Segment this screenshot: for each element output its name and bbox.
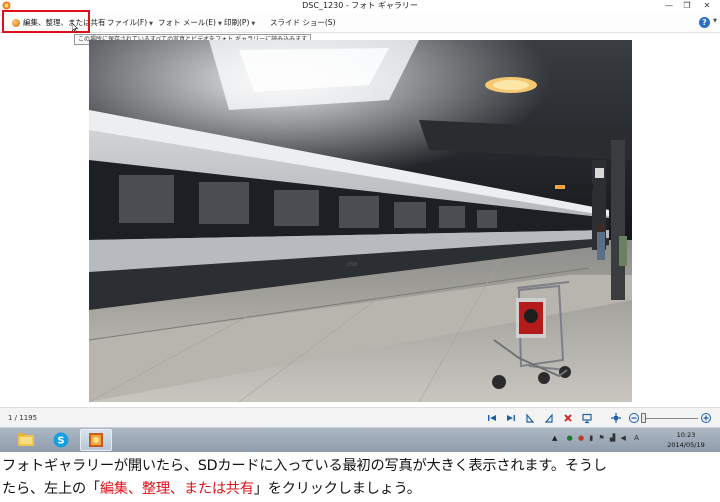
caption-line-1: フォトギャラリーが開いたら、SDカードに入っている最初の写真が大きく表示されます… [2, 458, 607, 474]
clock-time: 10:23 [676, 431, 696, 439]
network-icon[interactable]: ▟ [610, 434, 615, 442]
menu-print[interactable]: 印刷(P) ▼ [224, 13, 255, 33]
zoom-slider-track[interactable] [646, 418, 698, 419]
chevron-down-icon: ▼ [149, 21, 154, 27]
window-title: DSC_1230 - フォト ギャラリー [302, 1, 418, 10]
notification-icon[interactable]: ● [578, 434, 584, 442]
menu-slideshow[interactable]: スライド ショー(S) [270, 13, 336, 33]
photo-gallery-window: DSC_1230 - フォト ギャラリー — ❐ ✕ 編集、整理、または共有 フ… [0, 0, 720, 452]
volume-icon[interactable]: ◀ [621, 434, 626, 442]
zoom-slider-thumb[interactable] [641, 413, 646, 423]
chevron-down-icon[interactable]: ▼ [713, 18, 717, 24]
caption-line-2-prefix: たら、左上の「 [2, 481, 100, 497]
instruction-caption: フォトギャラリーが開いたら、SDカードに入っている最初の写真が大きく表示されます… [2, 455, 718, 501]
viewer-control-bar: 1 / 1195 [0, 407, 720, 427]
file-explorer-icon [18, 433, 34, 446]
skype-icon: S [53, 432, 69, 448]
action-center-icon[interactable]: ⚑ [598, 434, 604, 442]
help-icon[interactable]: ? [699, 17, 710, 28]
menu-bar: 編集、整理、または共有 ファイル(F) ▼ フォト メール(E) ▼ 印刷(P) ▼ … [0, 13, 720, 33]
taskbar-file-explorer-button[interactable] [10, 429, 42, 451]
train-station-photo: DSB [89, 40, 632, 402]
previous-icon[interactable] [486, 412, 498, 424]
menu-photo-mail-label: フォト メール(E) [158, 18, 216, 27]
photo-position-counter: 1 / 1195 [8, 414, 38, 422]
svg-text:S: S [57, 436, 64, 447]
zoom-out-icon[interactable] [628, 412, 640, 424]
taskbar: S ▲ ● ● ▮ ⚑ ▟ ◀ A 10:23 2014/05/19 [0, 427, 720, 452]
photo-display[interactable]: DSB [89, 40, 632, 402]
zoom-in-icon[interactable] [700, 412, 712, 424]
close-button[interactable]: ✕ [700, 0, 714, 11]
taskbar-photo-gallery-button[interactable] [80, 429, 112, 451]
clock-date: 2014/05/19 [667, 441, 705, 449]
usb-device-icon[interactable]: ▮ [589, 434, 593, 442]
ime-indicator[interactable]: A [634, 434, 639, 442]
taskbar-skype-button[interactable]: S [45, 429, 77, 451]
caption-line-2: たら、左上の「編集、整理、または共有」をクリックしましょう。 [2, 478, 718, 501]
delete-icon[interactable] [562, 412, 574, 424]
next-icon[interactable] [505, 412, 517, 424]
mouse-cursor-icon [72, 23, 78, 33]
photo-gallery-icon [89, 433, 103, 447]
security-icon[interactable]: ● [567, 434, 573, 442]
caption-highlight-text: 編集、整理、または共有 [99, 481, 254, 497]
actual-size-icon[interactable] [610, 412, 622, 424]
menu-file[interactable]: ファイル(F) ▼ [107, 13, 153, 33]
rotate-left-icon[interactable] [524, 412, 536, 424]
system-tray: ▲ ● ● ▮ ⚑ ▟ ◀ A [552, 434, 639, 442]
chevron-down-icon: ▼ [217, 21, 222, 27]
caption-line-2-suffix: 」をクリックしましょう。 [253, 481, 421, 497]
show-hidden-icons-arrow[interactable]: ▲ [552, 434, 557, 442]
menu-photo-mail[interactable]: フォト メール(E) ▼ [158, 13, 222, 33]
menu-file-label: ファイル(F) [107, 18, 148, 27]
chevron-down-icon: ▼ [251, 21, 256, 27]
menu-print-label: 印刷(P) [224, 18, 250, 27]
svg-text:DSB: DSB [347, 262, 358, 268]
title-bar: DSC_1230 - フォト ギャラリー — ❐ ✕ [0, 0, 720, 12]
restore-button[interactable]: ❐ [680, 0, 694, 11]
menu-slideshow-label: スライド ショー(S) [270, 18, 336, 27]
taskbar-clock[interactable]: 10:23 2014/05/19 [664, 430, 708, 450]
rotate-right-icon[interactable] [543, 412, 555, 424]
slideshow-icon[interactable] [581, 412, 593, 424]
minimize-button[interactable]: — [662, 0, 676, 11]
